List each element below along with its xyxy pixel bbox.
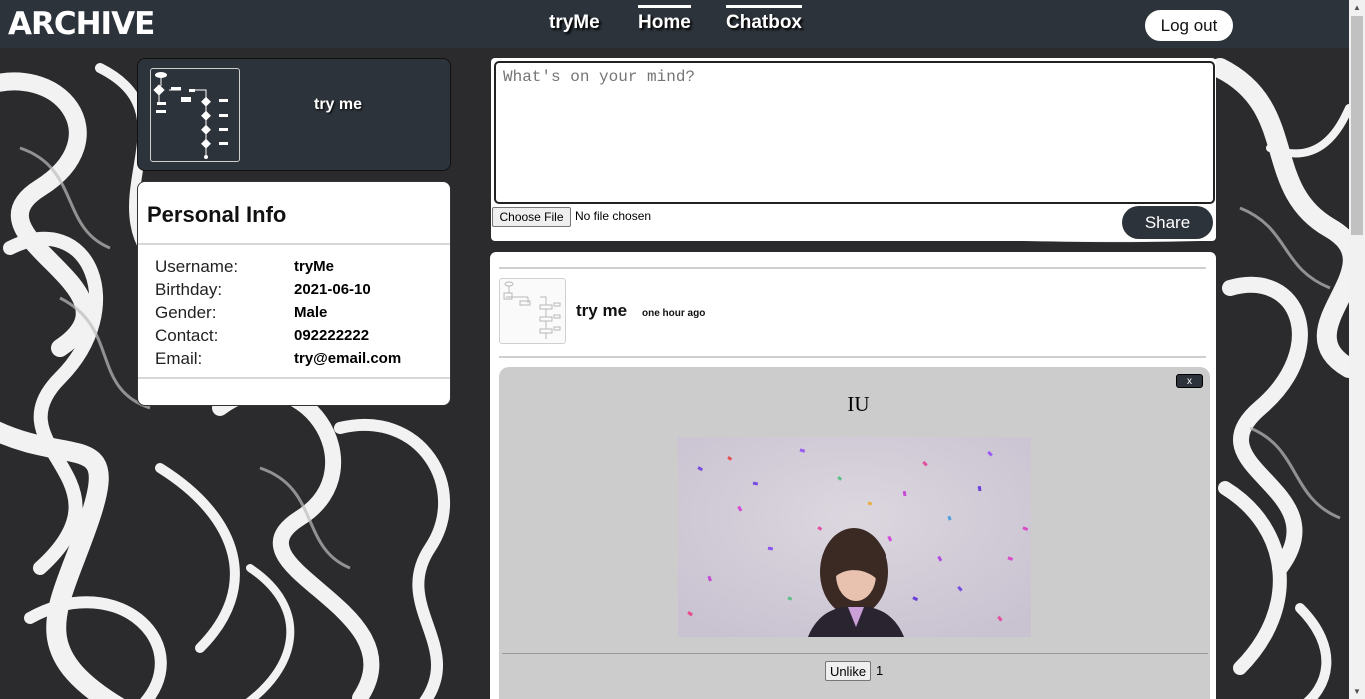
scroll-up-arrow-icon[interactable]: ▲: [1353, 3, 1361, 12]
flowchart-avatar-icon: [503, 281, 561, 339]
info-label: Birthday:: [155, 280, 223, 299]
info-row-email: Email: try@email.com: [155, 349, 445, 372]
archive-logo[interactable]: ARCHIVE: [8, 6, 176, 42]
nav-tryme[interactable]: tryMe: [549, 12, 600, 34]
post-content: x IU Unlike 1: [499, 367, 1210, 699]
info-row-gender: Gender: Male: [155, 303, 445, 326]
post-caption: IU: [847, 392, 870, 416]
personal-info-card: Personal Info Username: tryMe Birthday: …: [137, 181, 451, 406]
info-value: Male: [294, 304, 328, 321]
logo-text: ARCHIVE: [8, 6, 155, 42]
info-row-birthday: Birthday: 2021-06-10: [155, 280, 445, 303]
delete-post-button[interactable]: x: [1176, 374, 1203, 388]
scroll-down-arrow-icon[interactable]: ▼: [1353, 687, 1361, 696]
like-count: 1: [876, 663, 884, 678]
info-value: tryMe: [294, 258, 335, 275]
post-author-name[interactable]: try me: [576, 301, 627, 321]
post-text-input[interactable]: [494, 61, 1215, 204]
divider: [138, 377, 450, 379]
info-value: 2021-06-10: [294, 281, 371, 298]
info-row-contact: Contact: 092222222: [155, 326, 445, 349]
info-value: try@email.com: [294, 350, 402, 367]
divider: [499, 267, 1206, 269]
post-author-avatar[interactable]: [499, 278, 566, 344]
divider: [499, 356, 1206, 358]
share-button[interactable]: Share: [1122, 206, 1213, 239]
nav-chatbox[interactable]: Chatbox: [726, 5, 802, 34]
profile-display-name: try me: [314, 96, 363, 113]
info-row-username: Username: tryMe: [155, 257, 445, 280]
top-navbar: ARCHIVE tryMe Home Chatbox Log out: [0, 0, 1349, 48]
portrait-photo: [678, 437, 1031, 637]
post-timestamp: one hour ago: [642, 308, 706, 319]
divider: [138, 243, 450, 245]
info-label: Contact:: [155, 326, 219, 345]
info-value: 092222222: [294, 327, 370, 344]
logout-button[interactable]: Log out: [1144, 9, 1234, 42]
profile-card: try me: [137, 58, 451, 171]
divider: [502, 653, 1208, 654]
unlike-button[interactable]: Unlike: [825, 661, 871, 681]
personal-info-title: Personal Info: [147, 202, 287, 227]
post-composer: Choose File No file chosen Share: [491, 58, 1216, 241]
post-image: [678, 437, 1031, 637]
info-label: Email:: [155, 349, 203, 368]
page-scrollbar[interactable]: ▲ ▼: [1349, 0, 1365, 699]
scroll-thumb[interactable]: [1351, 16, 1363, 235]
info-label: Username:: [155, 257, 239, 276]
info-label: Gender:: [155, 303, 217, 322]
file-status-text: No file chosen: [575, 209, 652, 223]
choose-file-button[interactable]: Choose File: [492, 207, 571, 227]
profile-avatar[interactable]: [150, 68, 240, 162]
flowchart-avatar-icon: [153, 72, 228, 159]
nav-home[interactable]: Home: [638, 5, 691, 34]
feed-panel: try me one hour ago x IU Unlike 1: [490, 252, 1216, 699]
